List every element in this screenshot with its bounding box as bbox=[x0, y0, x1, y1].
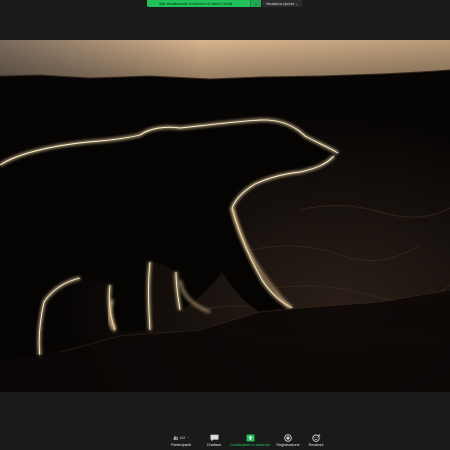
meeting-toolbar: 162 ^ Partecipanti Chattare Condividere … bbox=[0, 432, 450, 450]
shared-screen-view bbox=[0, 40, 450, 392]
chat-icon bbox=[210, 434, 218, 441]
reactions-button[interactable]: Reazioni bbox=[294, 432, 338, 450]
participants-icon bbox=[173, 435, 179, 440]
chevron-down-icon[interactable]: ⌄ bbox=[250, 0, 261, 7]
shared-image-polar-bear bbox=[0, 40, 450, 392]
screen-share-banner-label: Stai visualizzando lo schermo di Marco G… bbox=[159, 1, 233, 6]
reactions-label: Reazioni bbox=[308, 443, 324, 447]
screen-share-banner[interactable]: Stai visualizzando lo schermo di Marco G… bbox=[147, 0, 261, 7]
share-screen-label: Condividere lo schermo bbox=[230, 443, 270, 447]
record-icon bbox=[284, 433, 292, 442]
reactions-icon bbox=[311, 433, 320, 442]
chevron-up-icon[interactable]: ^ bbox=[187, 436, 189, 440]
participants-count: 162 bbox=[179, 435, 186, 440]
view-options-button[interactable]: Visualizza opzioni ⌄ bbox=[262, 0, 302, 7]
chat-label: Chattare bbox=[206, 443, 222, 447]
participants-label: Partecipanti bbox=[170, 443, 192, 447]
share-screen-icon bbox=[246, 434, 254, 441]
meeting-top-bar: Stai visualizzando lo schermo di Marco G… bbox=[0, 0, 450, 40]
